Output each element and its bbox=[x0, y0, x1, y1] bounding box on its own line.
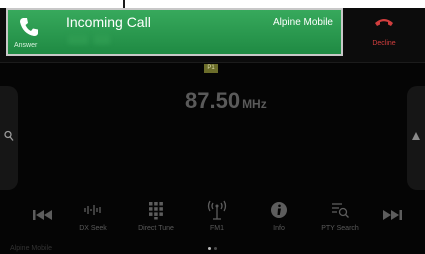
caller-info-blurred bbox=[94, 34, 110, 44]
dx-seek-label: DX Seek bbox=[79, 225, 107, 232]
info-button[interactable]: Info bbox=[250, 194, 308, 240]
right-expand-tab[interactable] bbox=[407, 86, 425, 190]
decline-label: Decline bbox=[372, 40, 396, 47]
controls-row: DX Seek Direct Tune FM1 Info PTY Search bbox=[0, 194, 425, 240]
band-label: FM1 bbox=[210, 225, 224, 232]
pty-search-button[interactable]: PTY Search bbox=[311, 194, 369, 240]
caller-info-blurred bbox=[68, 34, 88, 44]
seek-back-icon[interactable] bbox=[30, 206, 54, 224]
phone-answer-icon bbox=[20, 18, 38, 36]
info-icon bbox=[271, 202, 287, 218]
direct-tune-button[interactable]: Direct Tune bbox=[127, 194, 185, 240]
antenna-icon bbox=[207, 200, 227, 220]
call-source: Alpine Mobile bbox=[272, 17, 333, 28]
left-search-tab[interactable] bbox=[0, 86, 18, 190]
decline-button[interactable]: Decline bbox=[362, 14, 406, 52]
answer-label: Answer bbox=[14, 42, 38, 49]
seek-forward-icon[interactable] bbox=[381, 206, 405, 224]
chevron-up-icon bbox=[412, 132, 420, 140]
page-dot bbox=[214, 247, 217, 250]
incoming-call-banner[interactable]: Answer Incoming Call Alpine Mobile bbox=[6, 8, 343, 56]
preset-badge: P1 bbox=[204, 64, 218, 73]
dx-seek-icon bbox=[84, 205, 101, 215]
frequency-display: 87.50 MHz bbox=[185, 88, 267, 114]
dx-seek-button[interactable]: DX Seek bbox=[64, 194, 122, 240]
pty-search-label: PTY Search bbox=[321, 225, 359, 232]
info-label: Info bbox=[273, 225, 285, 232]
band-button[interactable]: FM1 bbox=[188, 194, 246, 240]
footer-source-label: Alpine Mobile bbox=[10, 245, 53, 252]
hang-up-icon bbox=[375, 19, 393, 26]
page-dot-active bbox=[208, 247, 211, 250]
page-indicator bbox=[208, 237, 220, 254]
pty-search-icon bbox=[332, 203, 349, 218]
frequency-value: 87.50 bbox=[185, 88, 241, 113]
call-title: Incoming Call bbox=[66, 14, 151, 30]
keypad-icon bbox=[149, 202, 163, 220]
search-icon bbox=[4, 130, 14, 141]
direct-tune-label: Direct Tune bbox=[138, 225, 174, 232]
frequency-unit: MHz bbox=[242, 97, 267, 111]
